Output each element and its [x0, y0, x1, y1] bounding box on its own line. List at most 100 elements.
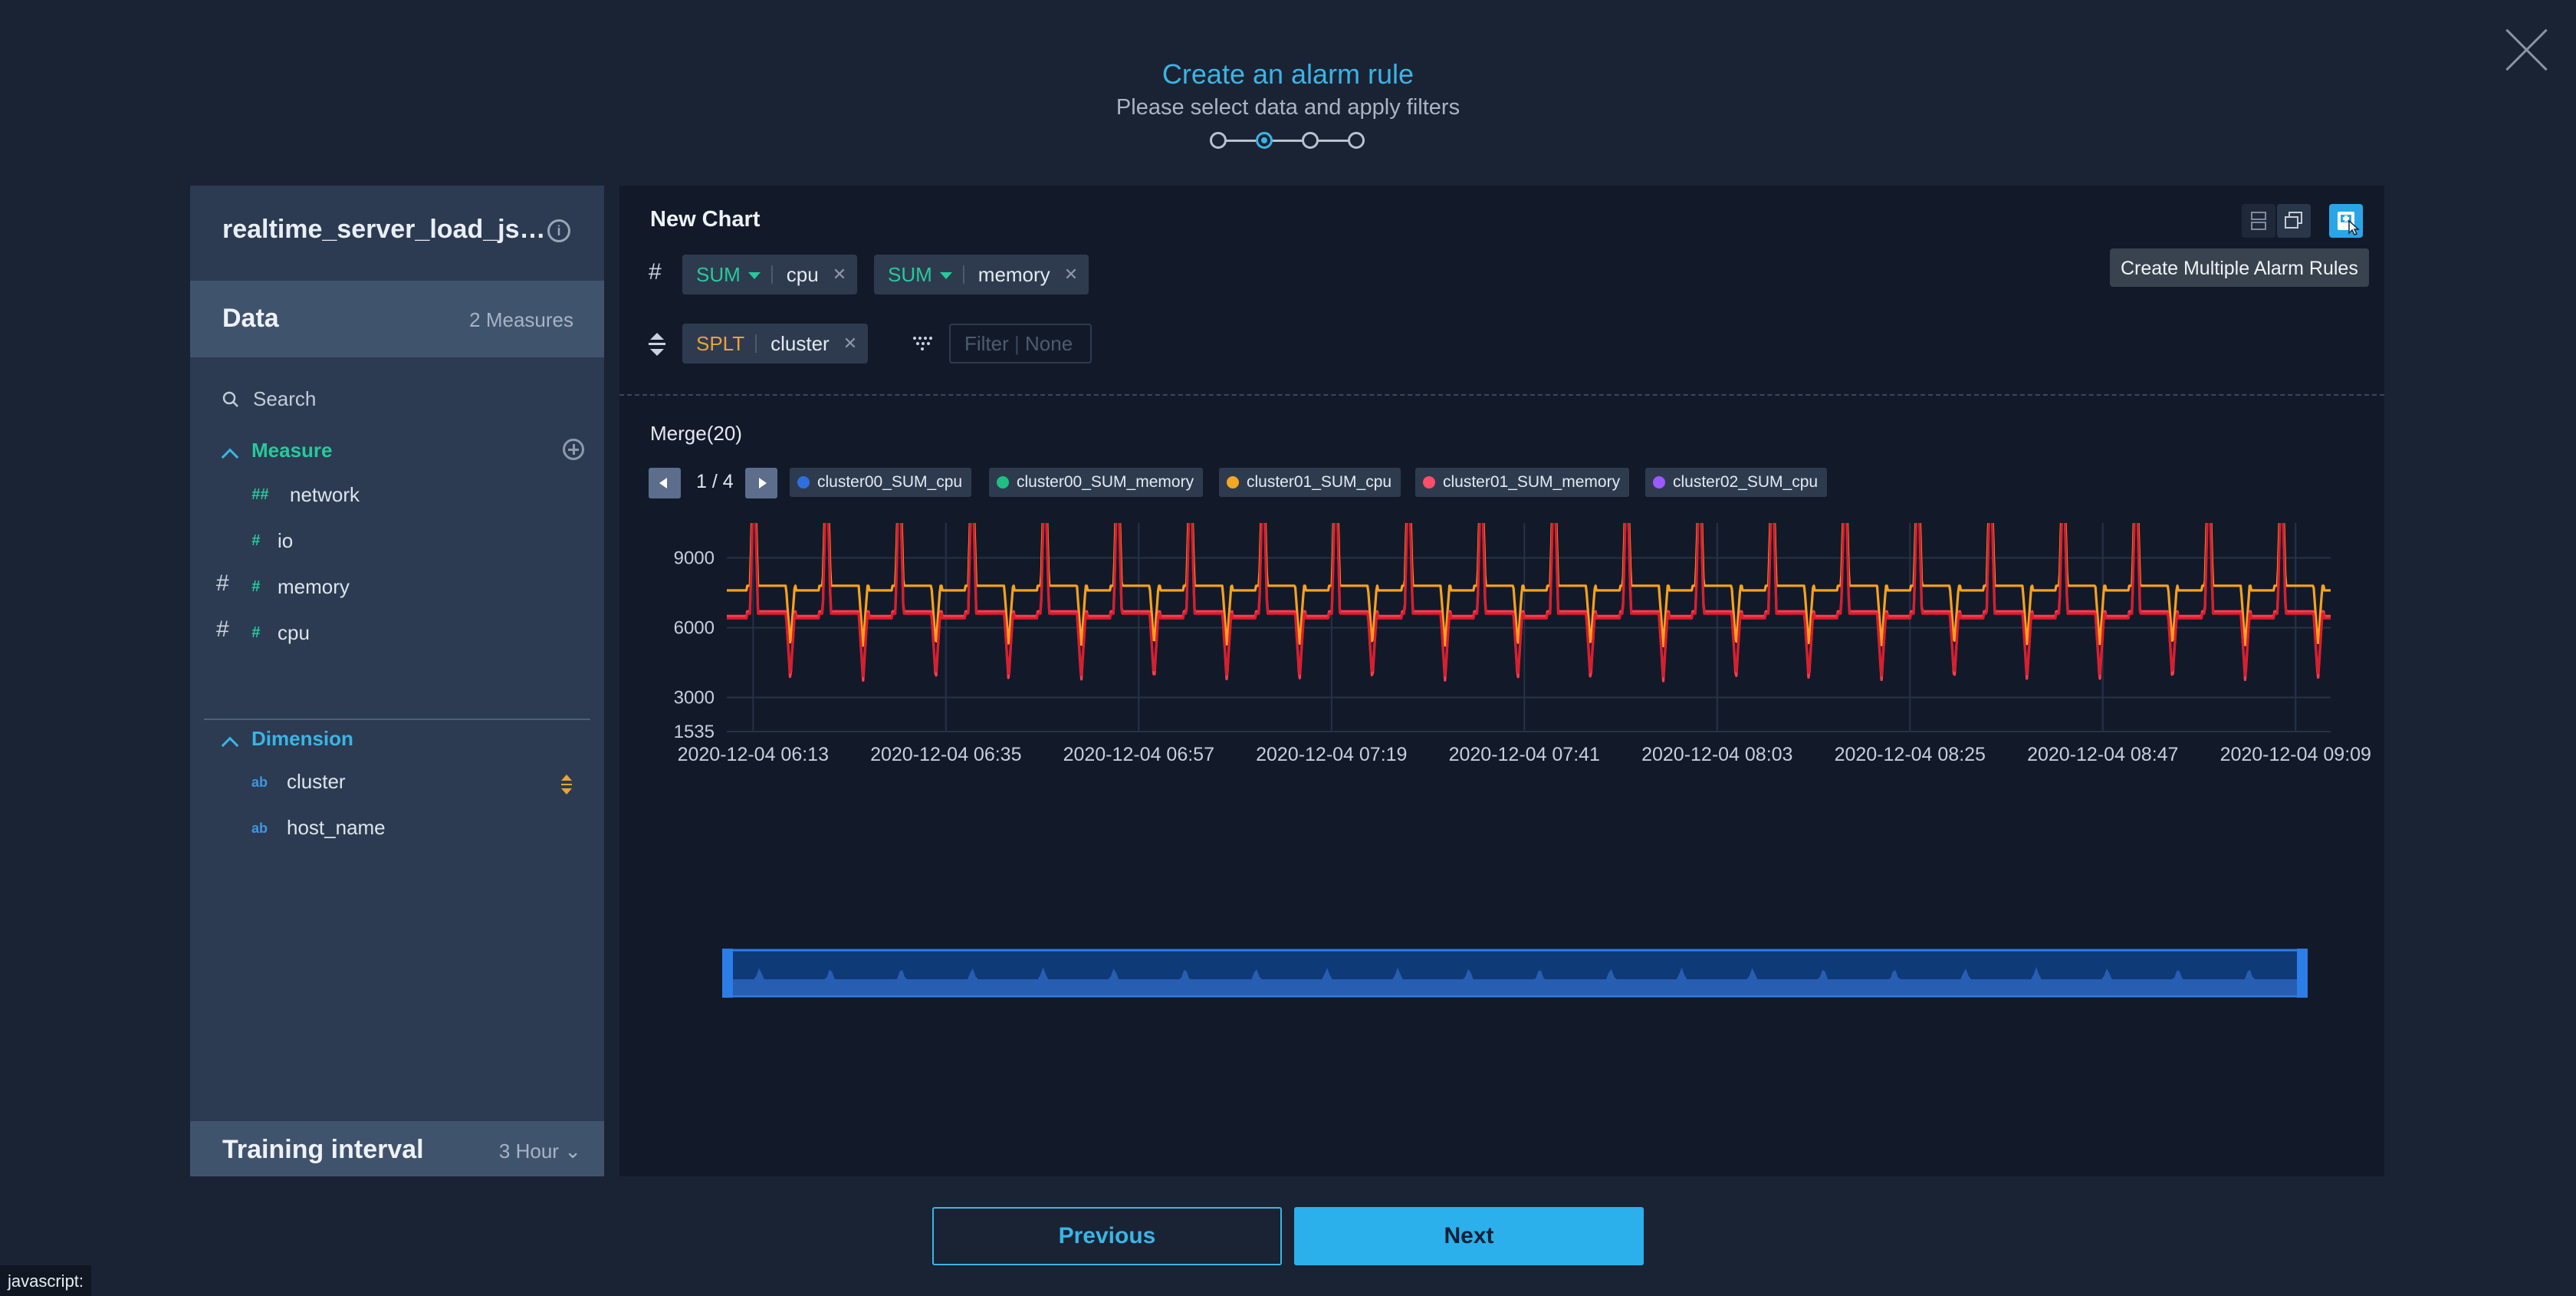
close-icon[interactable] — [2504, 28, 2548, 72]
legend-label: cluster00_SUM_cpu — [817, 473, 963, 491]
filter-placeholder: Filter — [964, 332, 1009, 355]
x-tick-label: 2020-12-04 08:03 — [1641, 744, 1792, 765]
info-icon[interactable]: i — [547, 219, 570, 242]
measure-item-network[interactable]: ## network — [251, 480, 573, 514]
range-handle-left[interactable] — [722, 949, 733, 998]
measure-label: cpu — [278, 621, 310, 644]
overlay-view-icon[interactable] — [2277, 204, 2311, 238]
measure-count: 2 Measures — [469, 308, 573, 331]
next-page-button[interactable] — [745, 468, 777, 498]
prev-page-button[interactable] — [649, 468, 681, 498]
legend-item[interactable]: cluster01_SUM_cpu — [1219, 468, 1401, 497]
collapse-dimension-icon[interactable] — [221, 736, 239, 755]
x-tick-label: 2020-12-04 07:41 — [1449, 744, 1600, 765]
legend-label: cluster01_SUM_cpu — [1247, 473, 1392, 491]
range-navigator[interactable] — [722, 949, 2308, 998]
section-divider — [204, 719, 590, 720]
split-pill-cluster[interactable]: SPLT cluster ✕ — [682, 324, 869, 363]
legend-item[interactable]: cluster00_SUM_cpu — [790, 468, 972, 497]
pill-field: cpu — [786, 262, 819, 286]
x-tick-label: 2020-12-04 09:09 — [2220, 744, 2371, 765]
line-chart[interactable]: 16094150001200090006000300015352020-12-0… — [619, 523, 2384, 968]
previous-button[interactable]: Previous — [932, 1207, 1282, 1265]
step-4 — [1348, 132, 1365, 149]
numeric-type-icon: # — [251, 578, 261, 595]
x-tick-label: 2020-12-04 08:25 — [1835, 744, 1986, 765]
status-bar: javascript: — [0, 1265, 92, 1296]
legend-dot — [1227, 476, 1239, 488]
x-tick-label: 2020-12-04 06:35 — [870, 744, 1021, 765]
training-interval-value: 3 Hour — [498, 1140, 559, 1163]
prev-arrow-icon — [659, 478, 667, 488]
measures-hash-icon: # — [649, 259, 662, 285]
add-measure-icon[interactable] — [563, 439, 584, 460]
search-input[interactable] — [253, 385, 567, 413]
step-indicator — [1210, 132, 1366, 150]
measure-pill-memory[interactable]: SUM memory ✕ — [874, 255, 1089, 294]
dimension-item-host-name[interactable]: ab host_name — [251, 813, 581, 847]
next-button[interactable]: Next — [1294, 1207, 1644, 1265]
measure-section-title[interactable]: Measure — [251, 439, 333, 462]
aggregation-select[interactable]: SUM — [874, 263, 963, 287]
legend-item[interactable]: cluster02_SUM_cpu — [1645, 468, 1828, 497]
legend-dot — [997, 476, 1009, 488]
remove-icon[interactable]: ✕ — [1064, 265, 1089, 285]
measure-pill-cpu[interactable]: SUM cpu ✕ — [682, 255, 858, 294]
page-indicator: 1 / 4 — [696, 471, 734, 492]
legend-item[interactable]: cluster01_SUM_memory — [1415, 468, 1630, 497]
legend-dot — [1653, 476, 1665, 488]
remove-icon[interactable]: ✕ — [833, 265, 857, 285]
filter-value: None — [1025, 332, 1073, 355]
x-tick-label: 2020-12-04 06:13 — [678, 744, 829, 765]
measure-label: network — [290, 483, 360, 506]
dimension-label: host_name — [287, 816, 386, 839]
text-type-icon: ab — [251, 775, 268, 790]
split-icon — [649, 333, 665, 356]
next-arrow-icon — [759, 478, 767, 488]
measure-item-memory[interactable]: # # memory — [216, 571, 573, 606]
split-view-icon[interactable] — [2242, 204, 2275, 238]
legend-dot — [797, 476, 810, 488]
measure-item-cpu[interactable]: # # cpu — [216, 617, 573, 652]
chart-title[interactable]: New Chart — [650, 207, 760, 232]
wizard-subtitle: Please select data and apply filters — [1116, 95, 1460, 120]
search-icon — [222, 391, 238, 407]
aggregation-label: SUM — [696, 262, 741, 286]
y-tick-label: 3000 — [674, 688, 715, 709]
multiple-alarm-rules-icon[interactable] — [2329, 204, 2363, 238]
dimension-section-title[interactable]: Dimension — [251, 727, 353, 751]
split-label: SPLT — [696, 331, 745, 355]
y-tick-label: 9000 — [674, 548, 715, 568]
y-tick-label: 6000 — [674, 617, 715, 638]
wizard-title: Create an alarm rule — [1162, 58, 1414, 90]
collapse-measure-icon[interactable] — [221, 448, 239, 466]
merge-label: Merge(20) — [650, 422, 742, 445]
x-tick-label: 2020-12-04 07:19 — [1256, 744, 1407, 765]
training-interval-select[interactable]: 3 Hour ⌄ — [499, 1140, 581, 1163]
legend-label: cluster02_SUM_cpu — [1673, 473, 1819, 491]
remove-icon[interactable]: ✕ — [843, 334, 868, 354]
numeric-type-icon: ## — [251, 486, 269, 503]
caret-down-icon — [748, 272, 761, 280]
filter-input[interactable]: Filter | None — [949, 324, 1092, 363]
measure-item-io[interactable]: # io — [251, 526, 573, 560]
chart-panel: New Chart Create Multiple Alarm Rules # … — [619, 186, 2384, 1176]
dimension-item-cluster[interactable]: ab cluster — [251, 767, 581, 801]
chevron-down-icon: ⌄ — [564, 1140, 581, 1163]
selected-hash-icon: # — [216, 571, 229, 596]
search-box — [219, 380, 572, 419]
range-handle-right[interactable] — [2297, 949, 2308, 998]
x-tick-label: 2020-12-04 08:47 — [2027, 744, 2178, 765]
legend-label: cluster00_SUM_memory — [1017, 473, 1194, 491]
selected-hash-icon: # — [216, 617, 229, 642]
dataset-name[interactable]: realtime_server_load_js… — [222, 215, 545, 245]
numeric-type-icon: # — [251, 624, 261, 641]
split-order-icon[interactable] — [561, 775, 572, 794]
data-header: Data 2 Measures — [190, 281, 604, 357]
filter-icon — [913, 337, 932, 350]
legend-item[interactable]: cluster00_SUM_memory — [989, 468, 1204, 497]
step-2 — [1256, 132, 1273, 149]
step-1 — [1210, 132, 1227, 149]
legend-dot — [1423, 476, 1435, 488]
aggregation-select[interactable]: SUM — [682, 263, 771, 287]
